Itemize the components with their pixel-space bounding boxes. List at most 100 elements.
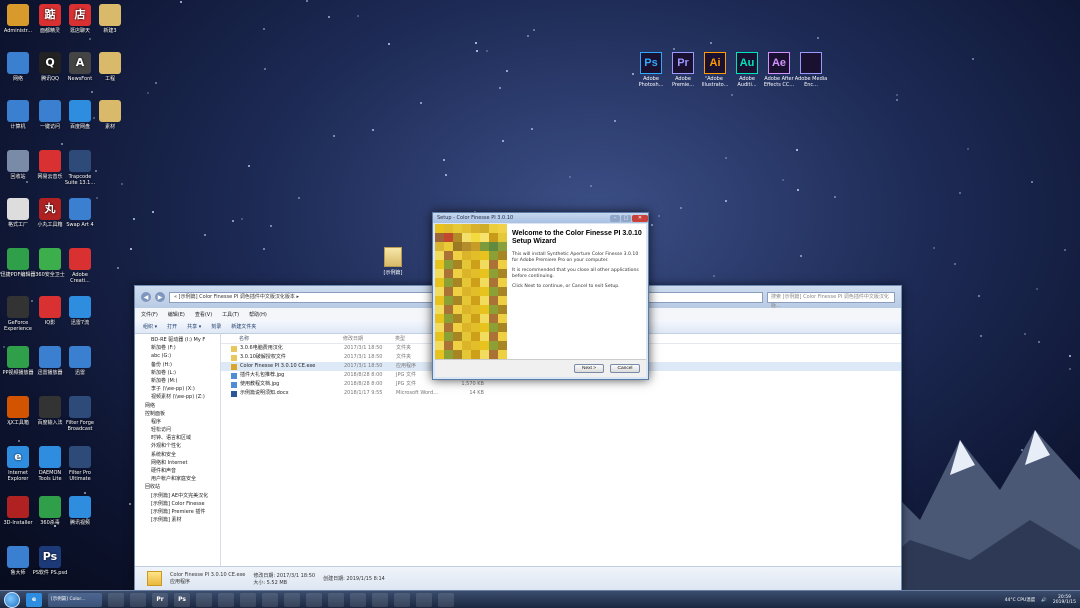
setup-paragraph-2: It is recommended that you close all oth… xyxy=(512,268,639,279)
adobe-me-icon[interactable]: Adobe Media Enc... xyxy=(794,52,828,88)
toolbar-button[interactable]: 组织 ▾ xyxy=(143,323,157,330)
filter-icon[interactable]: Filter Forge Broadcast xyxy=(62,396,98,432)
swap-icon[interactable]: Swap Art 4 xyxy=(62,198,98,228)
adobe-ps-icon[interactable]: Ps Adobe Photosh... xyxy=(634,52,668,88)
nav-item[interactable]: 新加卷 (L:) xyxy=(135,369,220,377)
taskbar-app-icon[interactable]: Pr xyxy=(152,592,168,607)
network-icon[interactable]: 网络 xyxy=(0,52,36,82)
nav-item[interactable]: 新加卷 (M:) xyxy=(135,377,220,385)
file-row[interactable]: 示例篇说明须知.docx 2018/1/17 9:55 Microsoft Word… xyxy=(221,389,901,398)
folder-icon-3[interactable]: 素材 xyxy=(92,100,128,130)
nav-item[interactable]: [示例篇] Color Finesse xyxy=(135,500,220,508)
taskbar-app-icon[interactable] xyxy=(372,592,388,607)
adobe-pr-icon[interactable]: Pr Adobe Premie... xyxy=(666,52,700,88)
next-button[interactable]: Next > xyxy=(574,364,604,373)
taskbar-app-icon[interactable] xyxy=(306,592,322,607)
toolbar-button[interactable]: 共享 ▾ xyxy=(187,323,201,330)
file-row[interactable]: 使用教程文档.jpg 2018/8/28 8:00 JPG 文件 1,570 KB xyxy=(221,380,901,389)
taskbar-app-icon[interactable]: Ps xyxy=(174,592,190,607)
toolbar-button[interactable]: 新建文件夹 xyxy=(231,323,256,330)
toolbar-button[interactable]: 刻录 xyxy=(211,323,221,330)
nav-item[interactable]: 轻松访问 xyxy=(135,426,220,434)
menu-item[interactable]: 查看(V) xyxy=(195,311,212,318)
taskbar-app-icon[interactable] xyxy=(328,592,344,607)
setup-dialog[interactable]: Setup - Color Finesse PI 3.0.10 – □ ✕ We… xyxy=(432,212,649,380)
nav-item[interactable]: [示例篇] AE中文完美汉化 xyxy=(135,492,220,500)
nav-item[interactable]: 用户帐户和家庭安全 xyxy=(135,475,220,483)
nav-item[interactable]: 备份 (H:) xyxy=(135,361,220,369)
nav-item[interactable]: 回收站 xyxy=(135,483,220,491)
taskbar-app-icon[interactable] xyxy=(350,592,366,607)
taskbar-ie-icon[interactable]: e xyxy=(26,592,42,607)
ps-desktop-icon[interactable]: Ps PS软件 PS.psd xyxy=(32,546,68,576)
adobe-ae-icon[interactable]: Ae Adobe After Effects CC... xyxy=(762,52,796,88)
nav-item[interactable]: abc (G:) xyxy=(135,352,220,360)
folder-icon-1[interactable]: 新建3 xyxy=(92,4,128,34)
recycle-bin-icon[interactable]: 回收站 xyxy=(0,150,36,180)
start-button[interactable] xyxy=(4,591,20,608)
nav-item[interactable]: 系统和安全 xyxy=(135,451,220,459)
minimize-icon[interactable]: – xyxy=(610,214,620,222)
taskbar-explorer-task[interactable]: [示例篇] Color... xyxy=(48,592,102,607)
menu-item[interactable]: 帮助(H) xyxy=(249,311,267,318)
nav-item[interactable]: 网络和 Internet xyxy=(135,459,220,467)
trapcode-icon[interactable]: Trapcode Suite 13.1... xyxy=(62,150,98,186)
menu-item[interactable]: 工具(T) xyxy=(222,311,239,318)
taskbar-app-icon[interactable] xyxy=(240,592,256,607)
taskbar-app-icon[interactable] xyxy=(108,592,124,607)
nav-item[interactable]: 时钟、语言和区域 xyxy=(135,434,220,442)
toolbar-button[interactable]: 打开 xyxy=(167,323,177,330)
nav-item[interactable]: 外观和个性化 xyxy=(135,442,220,450)
computer-icon[interactable]: 计算机 xyxy=(0,100,36,130)
navigation-pane[interactable]: BD-RE 驱动器 (I:) My F 新加卷 (F:) abc (G:) 备份 (H… xyxy=(135,334,221,566)
column-name[interactable]: 名称 xyxy=(239,334,343,343)
maximize-icon[interactable]: □ xyxy=(621,214,631,222)
app-icon-17[interactable]: 腾讯视频 xyxy=(62,496,98,526)
app-icon-13[interactable]: XX工具箱 xyxy=(0,396,36,426)
adobe-ai-icon[interactable]: Ai Adobe Illustrato... xyxy=(698,52,732,88)
app-icon-18[interactable]: 鲁大师 xyxy=(0,546,36,576)
app-icon-15[interactable]: 3D-Installer xyxy=(0,496,36,526)
taskbar-app-icon[interactable] xyxy=(130,592,146,607)
column-date[interactable]: 修改日期 xyxy=(343,334,395,343)
desktop-folder[interactable]: [示例篇] xyxy=(378,247,408,276)
adobe-cc-icon[interactable]: Adobe Creati... xyxy=(62,248,98,284)
search-input[interactable]: 搜索 [示例篇] Color Finesse PI 调色插件中文版汉化版... xyxy=(767,291,895,309)
nav-item[interactable]: [示例篇] 素材 xyxy=(135,516,220,524)
nav-item[interactable]: 控制面板 xyxy=(135,410,220,418)
back-icon[interactable]: ◀ xyxy=(141,292,151,302)
nav-item[interactable]: BD-RE 驱动器 (I:) My F xyxy=(135,336,220,344)
app-icon-10[interactable]: PP视频播放器 xyxy=(0,346,36,376)
app-icon-6[interactable]: 迅捷PDF编辑器 xyxy=(0,248,36,278)
taskbar-app-icon[interactable] xyxy=(284,592,300,607)
cancel-button[interactable]: Cancel xyxy=(610,364,640,373)
forward-icon[interactable]: ▶ xyxy=(155,292,165,302)
folder-icon-2[interactable]: 工程 xyxy=(92,52,128,82)
nav-item[interactable]: [示例篇] Premiere 插件 xyxy=(135,508,220,516)
app-icon-4[interactable]: 格式工厂 xyxy=(0,198,36,228)
menu-item[interactable]: 文件(F) xyxy=(141,311,158,318)
nav-item[interactable]: 新加卷 (F:) xyxy=(135,344,220,352)
filterpro-icon[interactable]: Filter Pro Ultimate xyxy=(62,446,98,482)
app-icon-12[interactable]: 迅雷 xyxy=(62,346,98,376)
taskbar-app-icon[interactable] xyxy=(394,592,410,607)
app-icon-9[interactable]: 迅雷7流 xyxy=(62,296,98,326)
administrator-icon[interactable]: Administr... xyxy=(0,4,36,34)
taskbar-app-icon[interactable] xyxy=(218,592,234,607)
close-icon[interactable]: ✕ xyxy=(632,214,648,222)
geforce-icon[interactable]: GeForce Experience xyxy=(0,296,36,332)
nav-item[interactable]: 程序 xyxy=(135,418,220,426)
taskbar-app-icon[interactable] xyxy=(196,592,212,607)
clock[interactable]: 20:59 2019/1/15 xyxy=(1053,595,1076,605)
nav-item[interactable]: 李子 (\\ee-pp) (X:) xyxy=(135,385,220,393)
adobe-au-icon[interactable]: Au Adobe Auditi... xyxy=(730,52,764,88)
taskbar-app-icon[interactable] xyxy=(438,592,454,607)
taskbar-app-icon[interactable] xyxy=(416,592,432,607)
nav-item[interactable]: 视频素材 (\\ee-pp) (Z:) xyxy=(135,393,220,401)
nav-item[interactable]: 硬件和声音 xyxy=(135,467,220,475)
menu-item[interactable]: 编辑(E) xyxy=(168,311,185,318)
ie-icon[interactable]: e Internet Explorer xyxy=(0,446,36,482)
taskbar-app-icon[interactable] xyxy=(262,592,278,607)
nav-item[interactable]: 网络 xyxy=(135,402,220,410)
volume-icon[interactable]: 🔊 xyxy=(1041,598,1047,603)
